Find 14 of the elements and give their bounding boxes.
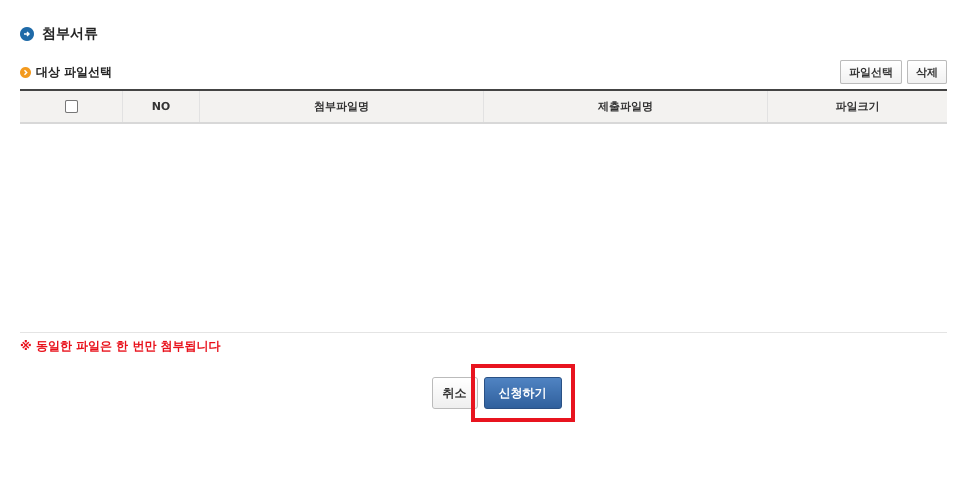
cancel-button[interactable]: 취소 [432,377,478,409]
column-header: 파일크기 [836,99,880,114]
section-title: 첨부서류 [42,25,98,43]
submit-button[interactable]: 신청하기 [484,377,562,409]
column-header: NO [152,100,170,113]
chevron-circle-icon [20,66,31,78]
subsection-title: 대상 파일선택 [36,64,112,80]
select-all-checkbox[interactable] [64,100,78,113]
arrow-circle-icon [20,27,34,41]
column-header: 첨부파일명 [314,99,369,114]
column-header: 제출파일명 [598,99,653,114]
select-file-button[interactable]: 파일선택 [840,60,902,84]
delete-button[interactable]: 삭제 [907,60,947,84]
notice-text: ※ 동일한 파일은 한 번만 첨부됩니다 [20,338,222,355]
